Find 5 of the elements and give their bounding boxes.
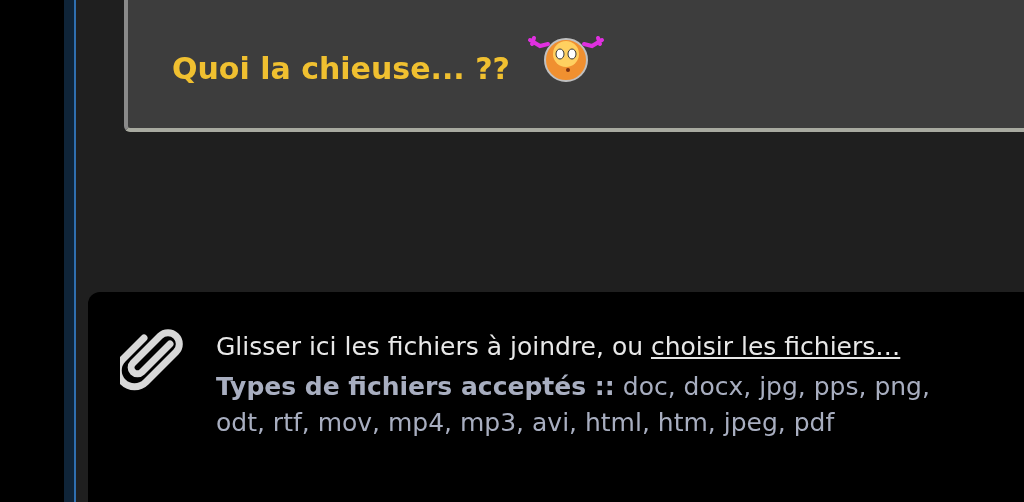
drop-instructions: Glisser ici les fichiers à joindre, ou choisir les fichiers… bbox=[216, 332, 902, 361]
quote-text: Quoi la chieuse... ?? bbox=[172, 50, 510, 86]
accepted-types-text: Types de fichiers acceptés :: doc, docx, jpg, pps, png, odt, rtf, mov, mp4, mp3, avi, html, htm, jpeg, pdf bbox=[216, 371, 930, 439]
choose-files-link[interactable]: choisir les fichiers… bbox=[651, 332, 901, 361]
smiley-icon bbox=[525, 34, 606, 82]
